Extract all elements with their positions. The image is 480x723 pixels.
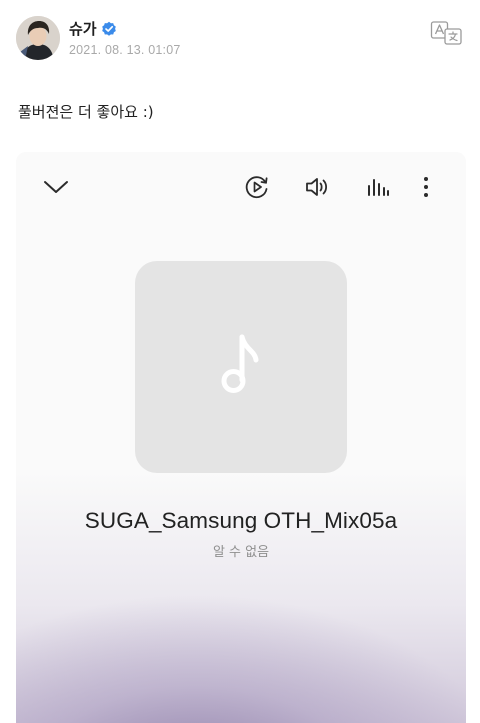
author-line: 슈가 — [69, 18, 117, 40]
album-art-placeholder — [135, 261, 347, 473]
repeat-play-icon[interactable] — [240, 170, 274, 204]
avatar[interactable] — [16, 16, 60, 60]
author-name[interactable]: 슈가 — [69, 19, 97, 39]
post-text: 풀버젼은 더 좋아요 :) — [18, 103, 154, 121]
track-title: SUGA_Samsung OTH_Mix05a — [84, 508, 398, 533]
more-vertical-icon[interactable] — [409, 170, 443, 204]
equalizer-icon[interactable] — [361, 170, 395, 204]
post-timestamp: 2021. 08. 13. 01:07 — [69, 43, 181, 57]
volume-icon[interactable] — [300, 170, 334, 204]
translate-icon[interactable] — [430, 20, 464, 46]
player-toolbar — [16, 170, 466, 206]
post-header: 슈가 2021. 08. 13. 01:07 — [16, 16, 464, 66]
verified-badge-icon — [101, 21, 117, 37]
music-note-icon — [221, 333, 261, 401]
track-artist: 알 수 없음 — [212, 545, 270, 560]
music-player-card: SUGA_Samsung OTH_Mix05a 알 수 없음 — [16, 152, 466, 723]
post-page: 슈가 2021. 08. 13. 01:07 풀버젼은 더 좋아요 :) SUG… — [0, 0, 480, 723]
chevron-down-icon[interactable] — [39, 170, 73, 204]
